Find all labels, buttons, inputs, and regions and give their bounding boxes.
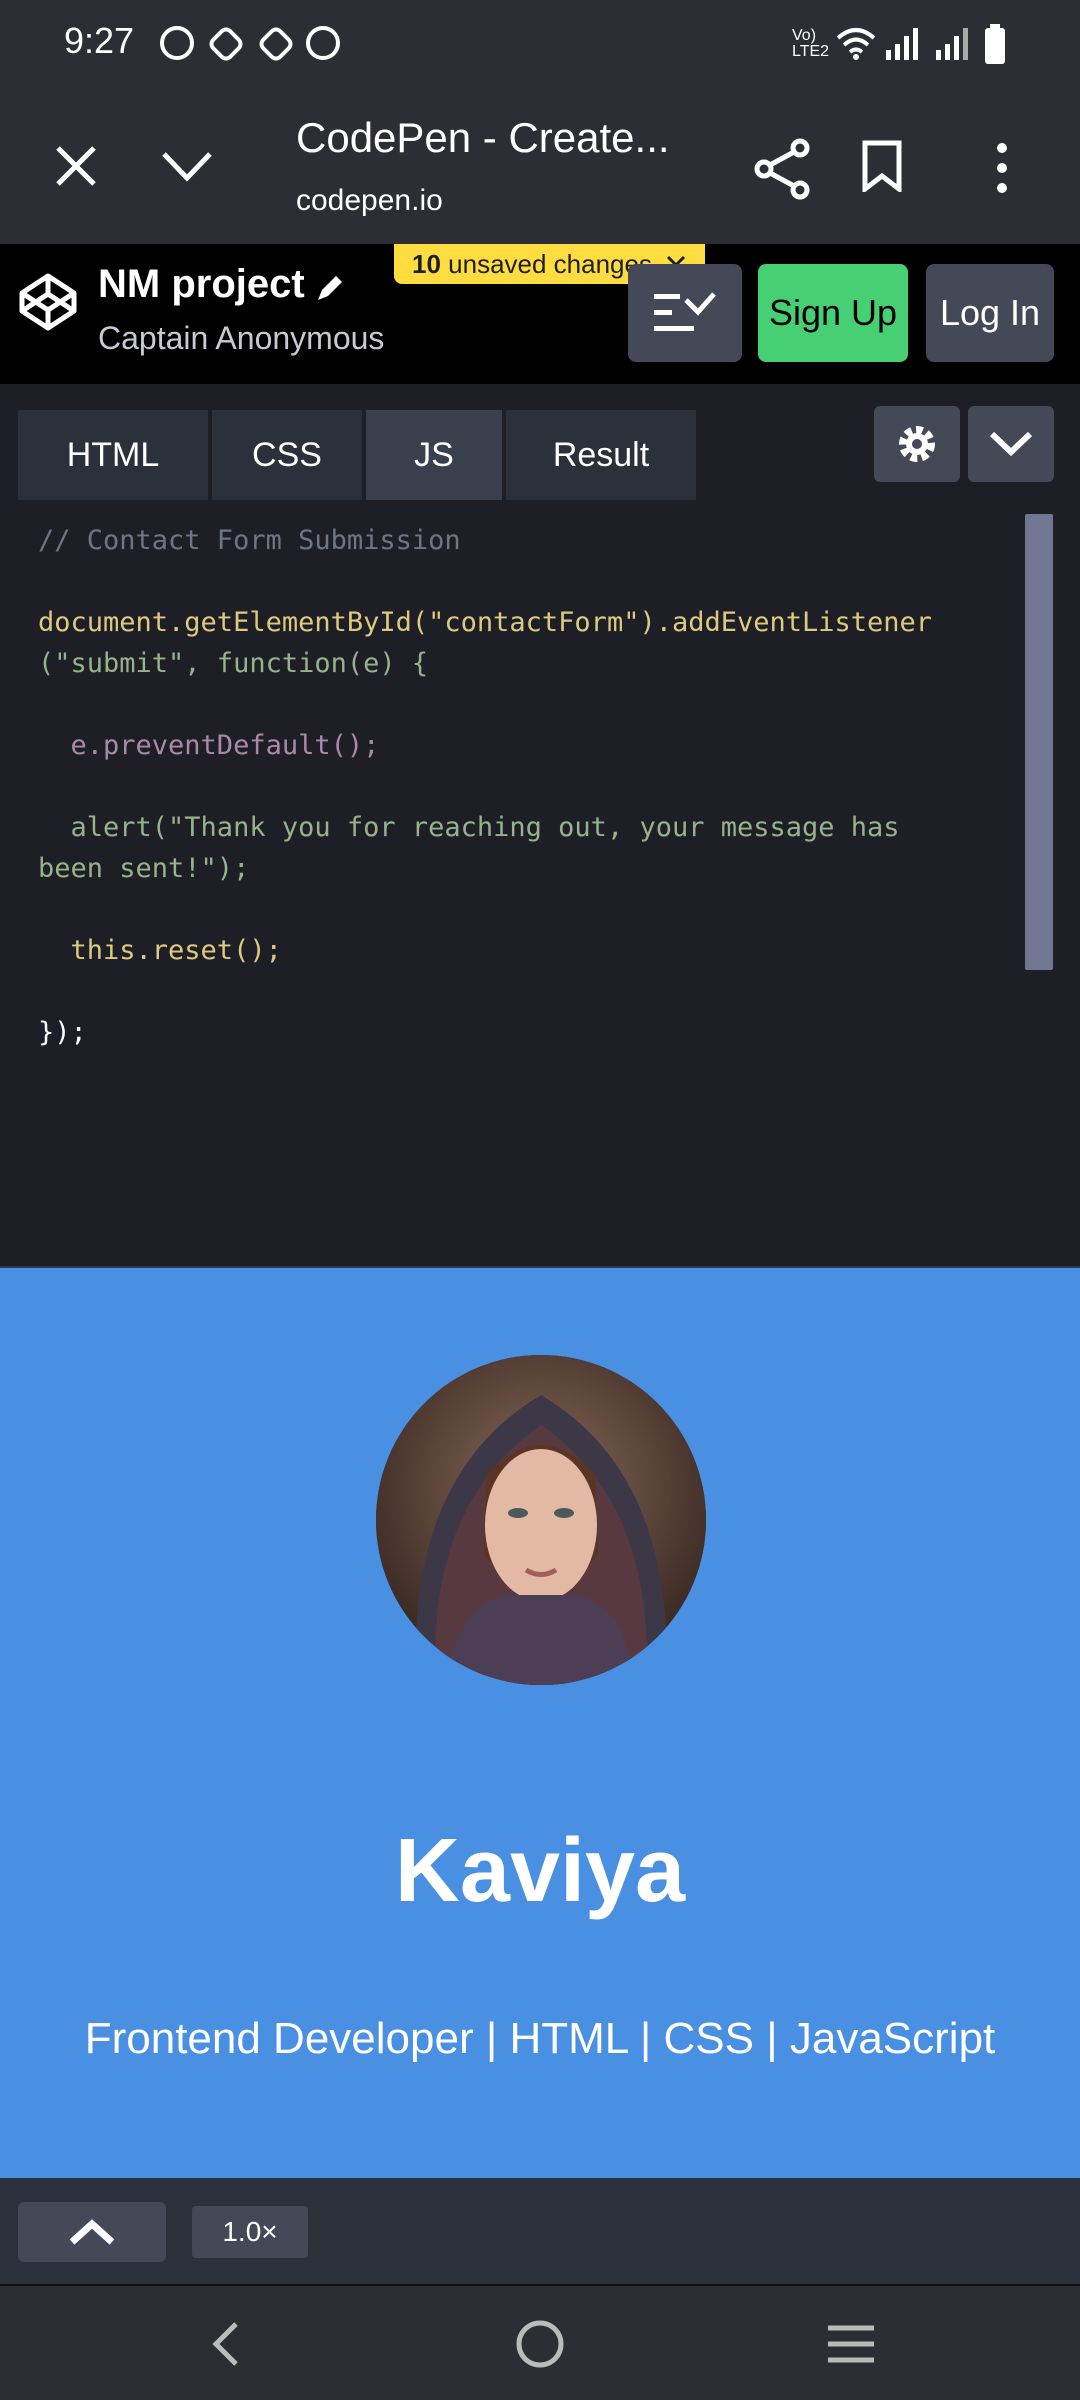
signal-icon [886,28,918,60]
signal-icon-sim2 [936,28,968,60]
back-icon[interactable] [210,2320,240,2368]
edit-pencil-icon[interactable] [314,272,346,304]
profile-role: Frontend Developer | HTML | CSS | JavaSc… [84,2014,996,2063]
chat-notification-icon [306,26,340,60]
bookmark-icon[interactable] [862,140,902,192]
chevron-down-icon[interactable] [160,150,214,182]
code-line: e.preventDefault(); [38,730,380,761]
browser-toolbar: CodePen - Create... codepen.io [0,88,1080,246]
tab-css[interactable]: CSS [212,410,362,500]
whatsapp-icon [160,26,194,60]
log-in-button[interactable]: Log In [926,264,1054,362]
page-url: codepen.io [296,184,443,217]
chevron-up-icon [69,2219,115,2245]
editor-settings-button[interactable] [874,406,960,482]
code-content[interactable]: // Contact Form Submission document.getE… [38,520,932,1053]
codepen-logo-icon[interactable] [18,272,78,332]
code-line: alert("Thank you for reaching out, your … [38,812,900,843]
code-line: ("submit", function(e) { [38,648,429,679]
home-icon[interactable] [514,2318,566,2370]
profile-photo [376,1355,706,1685]
profile-photo-image [376,1355,706,1685]
editor-bottom-bar: 1.0× [0,2178,1080,2286]
code-line: document.getElementById("contactForm").a… [38,607,933,638]
editor-tab-bar: HTML CSS JS Result [0,384,1080,500]
battery-icon [985,24,1005,64]
recent-apps-icon[interactable] [826,2324,876,2364]
profile-name: Kaviya [394,1821,686,1921]
project-name[interactable]: NM project [98,262,305,307]
layout-icon [654,292,716,331]
status-bar: 9:27 Vo) LTE2 [0,0,1080,88]
tab-result[interactable]: Result [506,410,696,500]
page-title: CodePen - Create... [296,114,670,161]
app-notification-icon [256,24,296,64]
system-nav-bar [0,2286,1080,2400]
code-line: }); [38,1017,87,1048]
clock: 9:27 [64,20,135,61]
code-line: this.reset(); [38,935,282,966]
gear-icon [899,426,935,462]
close-icon[interactable] [54,144,98,188]
volte-label: Vo) LTE2 [792,27,830,60]
tab-js[interactable]: JS [366,410,502,500]
code-line: // Contact Form Submission [38,525,461,556]
unsaved-count: 10 [412,249,441,279]
sign-up-button[interactable]: Sign Up [758,264,908,362]
code-editor[interactable]: // Contact Form Submission document.getE… [0,500,1080,1266]
unsaved-label: unsaved changes [448,249,652,279]
editor-scrollbar[interactable] [1025,514,1053,970]
app-notification-icon [206,24,246,64]
wifi-icon [836,28,876,60]
author-name: Captain Anonymous [98,320,385,356]
zoom-level[interactable]: 1.0× [192,2206,308,2258]
codepen-header: NM project Captain Anonymous 10 unsaved … [0,244,1080,384]
more-options-icon[interactable] [992,142,1012,194]
tab-html[interactable]: HTML [18,410,208,500]
editor-options-button[interactable] [968,406,1054,482]
change-view-button[interactable] [628,264,742,362]
chevron-down-icon [989,431,1033,457]
code-line: been sent!"); [38,853,250,884]
expand-console-button[interactable] [18,2202,166,2262]
share-icon[interactable] [754,138,812,200]
